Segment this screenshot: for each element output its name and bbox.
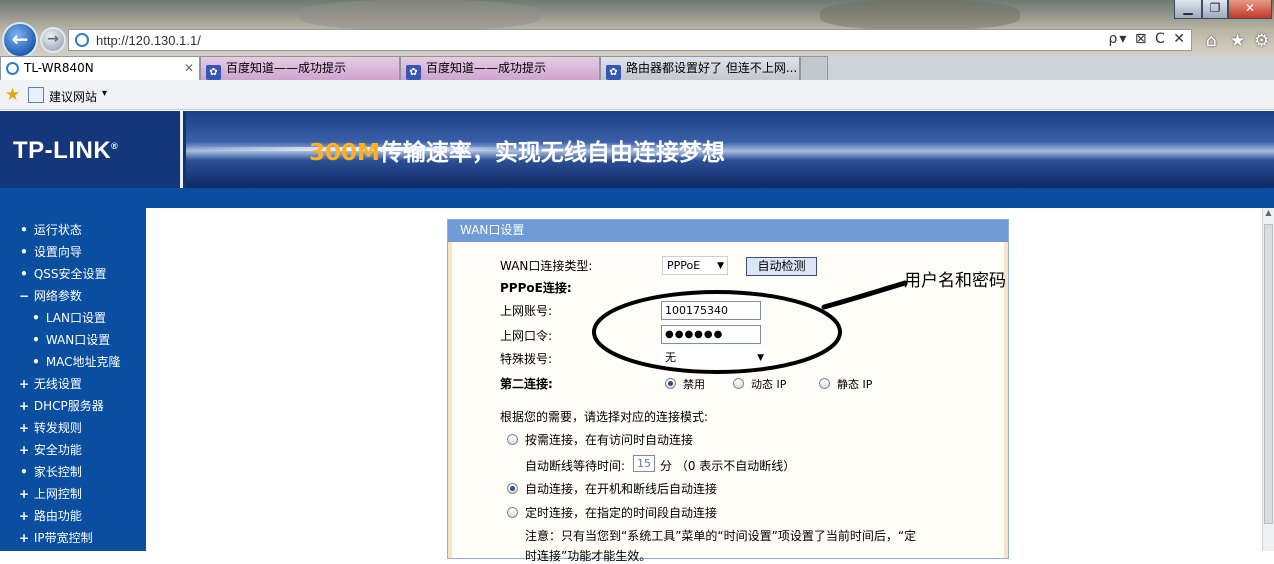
second-disabled-radio[interactable] xyxy=(665,378,676,389)
sidebar-menu: • 运行状态 • 设置向导 • QSS安全设置 − 网络参数 • LAN口设置 … xyxy=(0,208,146,551)
chevron-down-icon: ▼ xyxy=(717,261,724,271)
banner-slogan: 300M传输速率，实现无线自由连接梦想 xyxy=(309,133,725,167)
suggested-sites-icon xyxy=(28,87,44,103)
second-static-label: 静态 IP xyxy=(837,378,873,391)
tab-label: TL-WR840N xyxy=(24,61,94,75)
router-banner: TP-LINK® 300M传输速率，实现无线自由连接梦想 xyxy=(0,111,1274,188)
tab-tl-wr840n[interactable]: TL-WR840N ✕ xyxy=(0,56,200,80)
conn-type-select[interactable]: PPPoE ▼ xyxy=(662,256,728,275)
back-button[interactable]: ← xyxy=(2,22,38,58)
suggested-sites-link[interactable]: 建议网站 xyxy=(49,88,97,105)
minimize-button[interactable]: ▁ xyxy=(1174,0,1202,19)
sidebar-item-status[interactable]: • 运行状态 xyxy=(18,219,82,241)
password-input[interactable]: ●●●●●● xyxy=(661,325,761,344)
forward-button[interactable]: → xyxy=(40,27,66,53)
tab-label: 百度知道——成功提示 xyxy=(226,61,347,75)
note-line-2: 时连接”功能才能生效。 xyxy=(525,549,652,563)
address-tools[interactable]: ρ▾ ⊠ C ✕ xyxy=(1108,31,1187,47)
sidebar-item-mac-clone[interactable]: • MAC地址克隆 xyxy=(30,351,120,373)
mode-on-demand-label: 按需连接，在有访问时自动连接 xyxy=(525,433,694,447)
panel-title: WAN口设置 xyxy=(448,220,1008,242)
password-label: 上网口令: xyxy=(500,329,553,343)
second-static-radio[interactable] xyxy=(819,378,830,389)
special-dial-select[interactable]: 无 ▼ xyxy=(661,349,767,368)
pppoe-heading: PPPoE连接: xyxy=(500,281,572,295)
close-window-button[interactable]: ✕ xyxy=(1228,0,1272,19)
sidebar-item-forwarding[interactable]: + 转发规则 xyxy=(18,417,82,439)
sidebar-item-wizard[interactable]: • 设置向导 xyxy=(18,241,82,263)
tab-label: 百度知道——成功提示 xyxy=(426,61,547,75)
sidebar-item-wireless[interactable]: + 无线设置 xyxy=(18,373,82,395)
chevron-down-icon[interactable]: ▾ xyxy=(102,88,107,99)
sidebar-item-qss[interactable]: • QSS安全设置 xyxy=(18,263,106,285)
second-conn-label: 第二连接: xyxy=(500,377,553,391)
sidebar-item-security[interactable]: + 安全功能 xyxy=(18,439,82,461)
mode-on-demand-radio[interactable] xyxy=(507,434,518,445)
sidebar-item-access-control[interactable]: + 上网控制 xyxy=(18,483,82,505)
favorites-star-icon[interactable]: ★ xyxy=(1230,31,1245,51)
address-text[interactable]: http://120.130.1.1/ xyxy=(96,33,201,48)
gear-icon[interactable]: ⚙ xyxy=(1254,31,1269,51)
scroll-thumb[interactable] xyxy=(1264,224,1273,524)
special-dial-label: 特殊拨号: xyxy=(500,352,553,366)
tab-label: 路由器都设置好了 但连不上网... xyxy=(626,61,798,75)
sidebar-item-dhcp[interactable]: + DHCP服务器 xyxy=(18,395,104,417)
auto-detect-button[interactable]: 自动检测 xyxy=(746,257,817,276)
baidu-paw-icon: ✿ xyxy=(206,65,221,80)
account-label: 上网账号: xyxy=(500,304,553,318)
idle-time-input[interactable]: 15 xyxy=(633,455,655,472)
baidu-paw-icon: ✿ xyxy=(606,65,621,80)
second-disabled-label: 禁用 xyxy=(683,378,705,391)
logo-box: TP-LINK® xyxy=(0,111,183,188)
ie-page-icon xyxy=(75,33,89,47)
new-tab-button[interactable] xyxy=(800,56,828,80)
second-dynamic-radio[interactable] xyxy=(733,378,744,389)
tp-link-logo: TP-LINK® xyxy=(13,137,119,164)
mode-auto-radio[interactable] xyxy=(507,483,518,494)
tab-baidu-3[interactable]: ✿ 路由器都设置好了 但连不上网... xyxy=(600,56,800,80)
mode-timed-label: 定时连接，在指定的时间段自动连接 xyxy=(525,506,718,520)
ie-page-icon xyxy=(6,62,19,75)
sidebar-item-bandwidth[interactable]: + IP带宽控制 xyxy=(18,527,93,549)
maximize-button[interactable]: ❐ xyxy=(1202,0,1228,19)
mode-auto-label: 自动连接，在开机和断线后自动连接 xyxy=(525,482,718,496)
conn-type-label: WAN口连接类型: xyxy=(500,259,593,273)
tab-baidu-2[interactable]: ✿ 百度知道——成功提示 xyxy=(400,56,600,80)
baidu-paw-icon: ✿ xyxy=(406,65,421,80)
mode-prompt: 根据您的需要，请选择对应的连接模式: xyxy=(500,410,709,424)
sidebar-item-network[interactable]: − 网络参数 xyxy=(18,285,82,307)
sidebar-item-parental[interactable]: • 家长控制 xyxy=(18,461,82,483)
slogan-text: 传输速率，实现无线自由连接梦想 xyxy=(379,140,725,166)
annotation-text: 用户名和密码 xyxy=(904,271,1006,291)
sidebar-item-routing[interactable]: + 路由功能 xyxy=(18,505,82,527)
note-line-1: 注意：只有当您到“系统工具”菜单的“时间设置”项设置了当前时间后，“定 xyxy=(525,529,917,543)
account-input[interactable]: 100175340 xyxy=(661,301,761,320)
idle-time-label: 自动断线等待时间: xyxy=(525,459,626,473)
background-blur xyxy=(300,0,540,30)
address-bar[interactable]: http://120.130.1.1/ ρ▾ ⊠ C ✕ xyxy=(68,29,1192,51)
banner-art: 300M传输速率，实现无线自由连接梦想 xyxy=(186,111,1274,188)
mode-timed-radio[interactable] xyxy=(507,507,518,518)
add-favorite-star-icon[interactable]: ★ xyxy=(5,85,20,105)
sidebar-item-lan[interactable]: • LAN口设置 xyxy=(30,307,106,329)
favorites-bar: ★ 建议网站 ▾ xyxy=(0,80,1274,110)
vertical-scrollbar[interactable]: ▲ xyxy=(1262,208,1274,551)
slogan-highlight: 300M xyxy=(309,140,380,166)
tab-baidu-1[interactable]: ✿ 百度知道——成功提示 xyxy=(200,56,400,80)
banner-strip xyxy=(0,188,1274,208)
idle-time-suffix: 分 （0 表示不自动断线） xyxy=(660,459,796,473)
chevron-down-icon: ▼ xyxy=(757,353,764,363)
tab-strip: TL-WR840N ✕ ✿ 百度知道——成功提示 ✿ 百度知道——成功提示 ✿ 路由器… xyxy=(0,56,1274,80)
scroll-up-arrow-icon[interactable]: ▲ xyxy=(1263,208,1274,222)
close-tab-icon[interactable]: ✕ xyxy=(184,57,194,79)
home-icon[interactable]: ⌂ xyxy=(1206,31,1217,51)
second-dynamic-label: 动态 IP xyxy=(751,378,787,391)
sidebar-item-wan[interactable]: • WAN口设置 xyxy=(30,329,110,351)
background-blur xyxy=(820,0,1020,30)
